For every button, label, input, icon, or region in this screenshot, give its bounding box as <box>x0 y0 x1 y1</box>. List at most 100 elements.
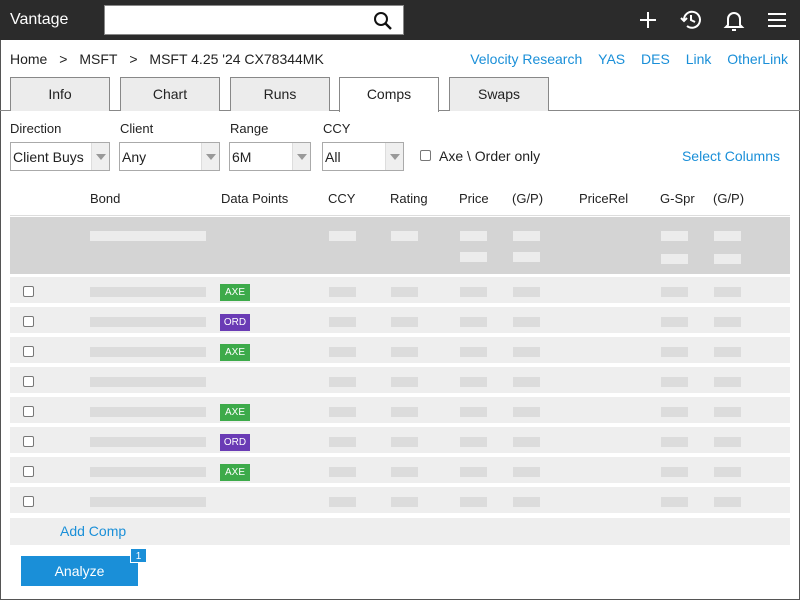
placeholder-bar <box>329 377 356 387</box>
col-rating[interactable]: Rating <box>390 191 428 206</box>
reference-bond-row <box>10 217 790 274</box>
row-checkbox[interactable] <box>23 496 34 507</box>
tab-swaps[interactable]: Swaps <box>449 77 549 111</box>
col-price-gp[interactable]: (G/P) <box>512 191 543 206</box>
placeholder-bar <box>661 254 688 264</box>
placeholder-bar <box>460 377 487 387</box>
search-icon[interactable] <box>373 11 393 31</box>
table-row[interactable] <box>10 367 790 395</box>
breadcrumb-bond: MSFT 4.25 '24 CX78344MK <box>149 51 324 67</box>
col-g-spr-gp[interactable]: (G/P) <box>713 191 744 206</box>
ccy-label: CCY <box>323 121 351 136</box>
row-checkbox[interactable] <box>23 316 34 327</box>
row-checkbox[interactable] <box>23 376 34 387</box>
placeholder-bar <box>391 467 418 477</box>
chevron-down-icon[interactable] <box>91 143 109 170</box>
table-row[interactable]: AXE <box>10 337 790 365</box>
row-checkbox[interactable] <box>23 466 34 477</box>
placeholder-bar <box>714 407 741 417</box>
ccy-value: All <box>325 149 341 165</box>
placeholder-bar <box>460 287 487 297</box>
range-value: 6M <box>232 149 252 165</box>
plus-icon[interactable] <box>637 9 659 31</box>
placeholder-bar <box>714 377 741 387</box>
col-pricerel[interactable]: PriceRel <box>579 191 628 206</box>
breadcrumb-home[interactable]: Home <box>10 51 47 67</box>
placeholder-bar <box>460 317 487 327</box>
tab-comps[interactable]: Comps <box>339 77 439 112</box>
placeholder-bar <box>513 407 540 417</box>
placeholder-bar <box>329 497 356 507</box>
placeholder-bar <box>661 497 688 507</box>
placeholder-bar <box>90 317 206 327</box>
placeholder-bar <box>90 407 206 417</box>
chevron-down-icon[interactable] <box>292 143 310 170</box>
tab-runs[interactable]: Runs <box>230 77 330 111</box>
placeholder-bar <box>391 231 418 241</box>
placeholder-bar <box>460 347 487 357</box>
row-checkbox[interactable] <box>23 406 34 417</box>
placeholder-bar <box>714 437 741 447</box>
placeholder-bar <box>90 497 206 507</box>
placeholder-bar <box>661 407 688 417</box>
placeholder-bar <box>391 347 418 357</box>
axe-badge: AXE <box>220 344 250 361</box>
placeholder-bar <box>90 347 206 357</box>
placeholder-bar <box>90 467 206 477</box>
placeholder-bar <box>391 287 418 297</box>
col-g-spr[interactable]: G-Spr <box>660 191 695 206</box>
link-link[interactable]: Link <box>686 51 712 67</box>
select-columns-link[interactable]: Select Columns <box>682 148 780 164</box>
placeholder-bar <box>460 252 487 262</box>
history-icon[interactable] <box>680 9 702 31</box>
search-input[interactable] <box>104 5 404 35</box>
table-row[interactable]: AXE <box>10 457 790 485</box>
table-row[interactable]: AXE <box>10 277 790 305</box>
col-bond[interactable]: Bond <box>90 191 120 206</box>
tab-chart[interactable]: Chart <box>120 77 220 111</box>
chevron-down-icon[interactable] <box>385 143 403 170</box>
row-checkbox[interactable] <box>23 346 34 357</box>
tab-info[interactable]: Info <box>10 77 110 111</box>
placeholder-bar <box>714 347 741 357</box>
link-des[interactable]: DES <box>641 51 670 67</box>
col-data-points[interactable]: Data Points <box>221 191 288 206</box>
placeholder-bar <box>513 467 540 477</box>
ord-badge: ORD <box>220 434 250 451</box>
client-value: Any <box>122 149 147 165</box>
breadcrumb-issuer[interactable]: MSFT <box>79 51 117 67</box>
axe-badge: AXE <box>220 404 250 421</box>
client-select[interactable]: Any <box>119 142 220 171</box>
table-row[interactable] <box>10 487 790 515</box>
link-otherlink[interactable]: OtherLink <box>727 51 788 67</box>
chevron-down-icon[interactable] <box>201 143 219 170</box>
range-select[interactable]: 6M <box>229 142 311 171</box>
add-comp-row: Add Comp <box>10 518 790 545</box>
analyze-button[interactable]: Analyze <box>21 556 138 586</box>
link-velocity-research[interactable]: Velocity Research <box>470 51 582 67</box>
col-ccy[interactable]: CCY <box>328 191 355 206</box>
row-checkbox[interactable] <box>23 436 34 447</box>
table-row[interactable]: ORD <box>10 427 790 455</box>
row-checkbox[interactable] <box>23 286 34 297</box>
bell-icon[interactable] <box>723 9 745 31</box>
placeholder-bar <box>90 437 206 447</box>
direction-select[interactable]: Client Buys <box>10 142 110 171</box>
link-yas[interactable]: YAS <box>598 51 625 67</box>
table-row[interactable]: ORD <box>10 307 790 335</box>
axe-order-checkbox[interactable] <box>420 150 431 161</box>
table-row[interactable]: AXE <box>10 397 790 425</box>
axe-badge: AXE <box>220 284 250 301</box>
placeholder-bar <box>329 407 356 417</box>
placeholder-bar <box>513 377 540 387</box>
placeholder-bar <box>329 317 356 327</box>
placeholder-bar <box>391 377 418 387</box>
placeholder-bar <box>714 317 741 327</box>
ccy-select[interactable]: All <box>322 142 404 171</box>
placeholder-bar <box>714 497 741 507</box>
placeholder-bar <box>661 231 688 241</box>
add-comp-button[interactable]: Add Comp <box>60 523 126 539</box>
placeholder-bar <box>329 347 356 357</box>
menu-icon[interactable] <box>766 9 788 31</box>
col-price[interactable]: Price <box>459 191 489 206</box>
